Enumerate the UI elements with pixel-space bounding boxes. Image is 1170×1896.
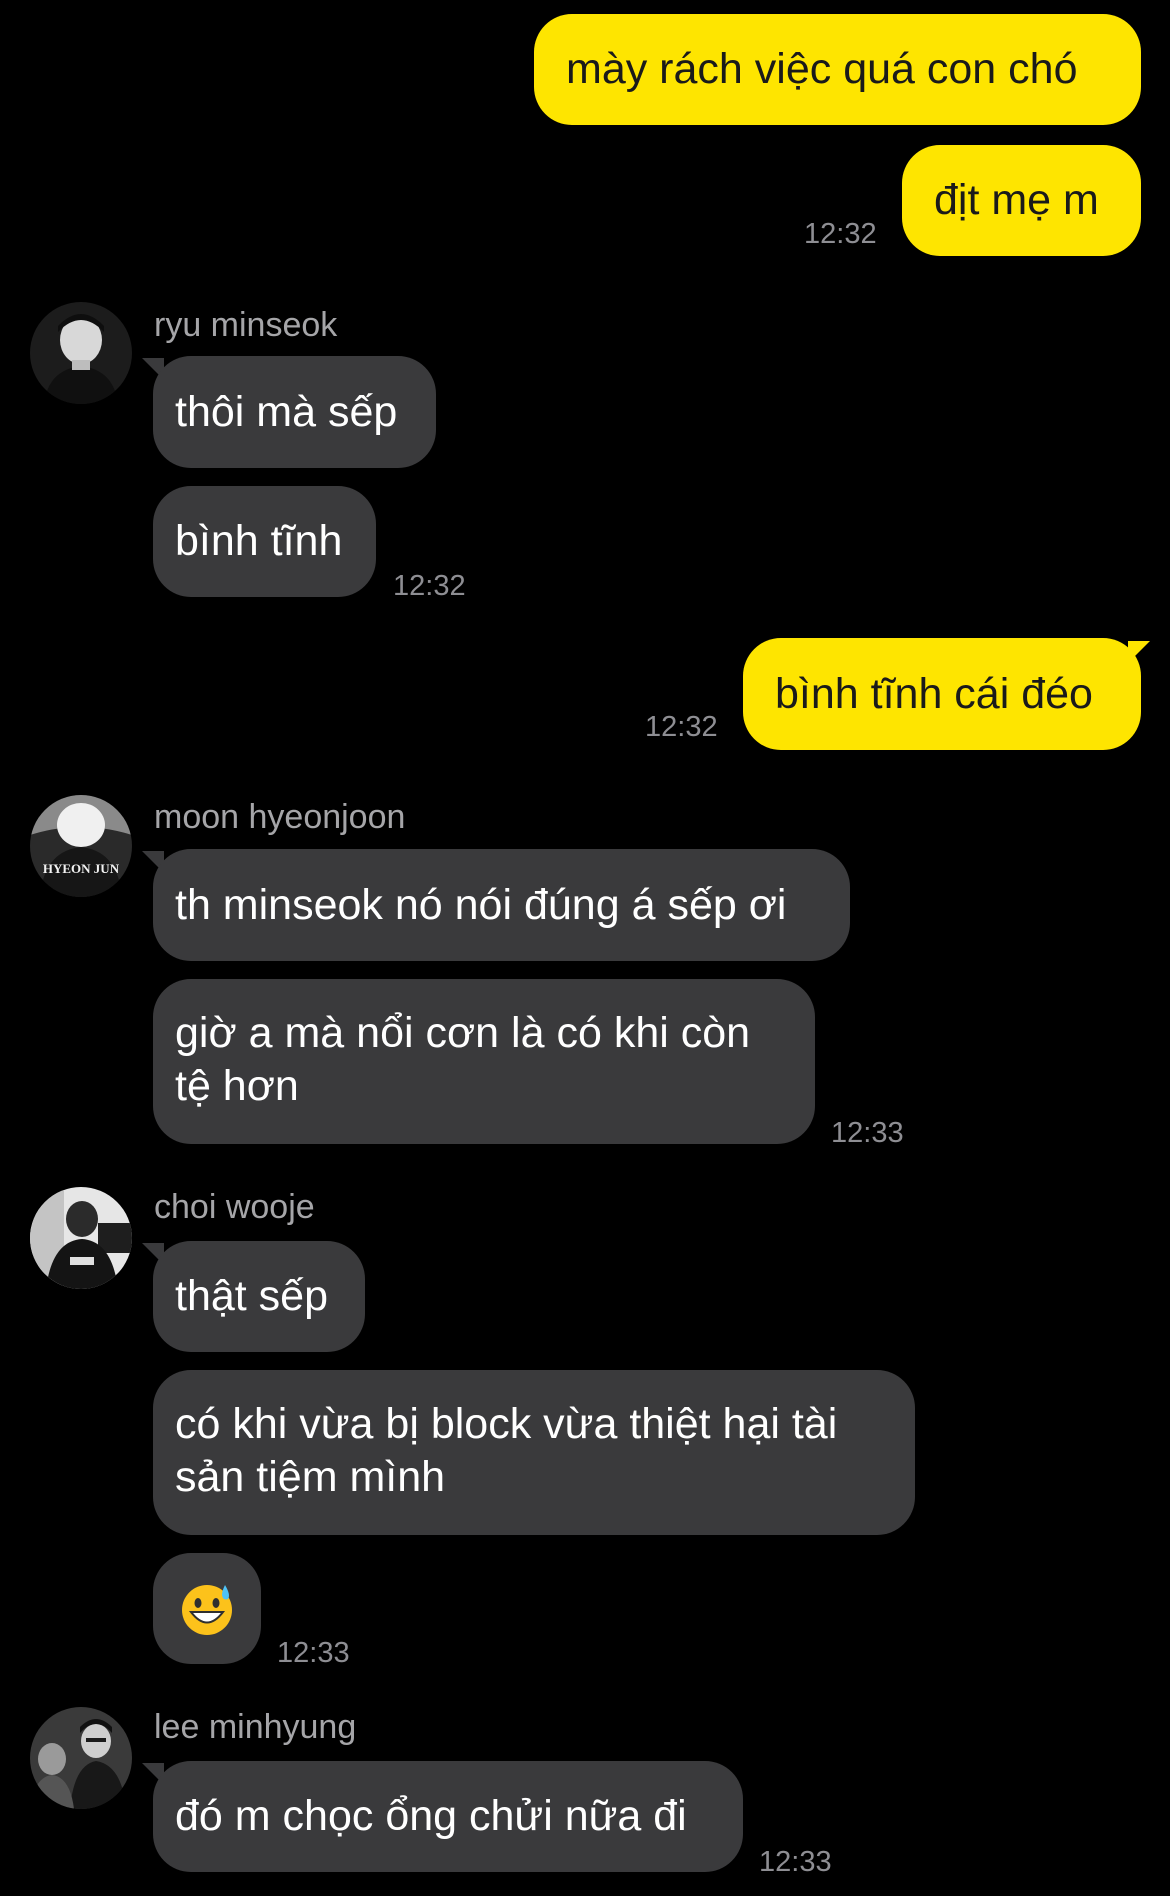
outgoing-message-bubble[interactable]: địt mẹ m — [902, 145, 1141, 256]
message-timestamp: 12:33 — [831, 1117, 904, 1149]
message-text: địt mẹ m — [934, 176, 1099, 224]
incoming-message-bubble[interactable]: bình tĩnh — [153, 486, 376, 597]
message-text: có khi vừa bị block vừa thiệt hại tài sả… — [175, 1400, 838, 1501]
message-text: th minseok nó nói đúng á sếp ơi — [175, 880, 787, 929]
message-text: mày rách việc quá con chó — [566, 45, 1078, 93]
message-text: giờ a mà nổi cơn là có khi còn tệ hơn — [175, 1009, 751, 1110]
incoming-message-bubble[interactable]: th minseok nó nói đúng á sếp ơi — [153, 849, 850, 961]
message-text: thôi mà sếp — [175, 387, 398, 436]
avatar-jersey-text: HYEON JUN — [43, 861, 120, 876]
message-timestamp: 12:32 — [804, 218, 877, 250]
avatar-choi-wooje[interactable] — [30, 1187, 132, 1289]
message-timestamp: 12:33 — [277, 1637, 350, 1669]
message-timestamp: 12:33 — [759, 1846, 832, 1878]
message-timestamp: 12:32 — [645, 711, 718, 743]
incoming-message-bubble[interactable]: có khi vừa bị block vừa thiệt hại tài sả… — [153, 1370, 915, 1535]
sender-name: moon hyeonjoon — [154, 798, 406, 836]
message-timestamp: 12:32 — [393, 570, 466, 602]
profile-photo-icon: HYEON JUN — [30, 795, 132, 897]
avatar-moon-hyeonjoon[interactable]: HYEON JUN — [30, 795, 132, 897]
sender-name: choi wooje — [154, 1188, 315, 1226]
avatar-lee-minhyung[interactable] — [30, 1707, 132, 1809]
profile-photo-icon — [30, 1707, 132, 1809]
incoming-message-bubble[interactable]: thật sếp — [153, 1241, 365, 1352]
grinning-face-with-sweat-emoji — [182, 1584, 232, 1635]
message-text: thật sếp — [175, 1272, 328, 1320]
avatar-ryu-minseok[interactable] — [30, 302, 132, 404]
sender-name: lee minhyung — [154, 1708, 357, 1746]
message-text: đó m chọc ổng chửi nữa đi — [175, 1792, 687, 1840]
incoming-message-bubble[interactable]: giờ a mà nổi cơn là có khi còn tệ hơn — [153, 979, 815, 1144]
outgoing-message-bubble[interactable]: bình tĩnh cái đéo — [743, 638, 1141, 750]
sender-name: ryu minseok — [154, 306, 338, 344]
profile-photo-icon — [30, 1187, 132, 1289]
message-text: bình tĩnh cái đéo — [775, 669, 1093, 718]
message-text: bình tĩnh — [175, 517, 343, 565]
profile-photo-icon — [30, 302, 132, 404]
incoming-message-bubble[interactable] — [153, 1553, 261, 1664]
outgoing-message-bubble[interactable]: mày rách việc quá con chó — [534, 14, 1141, 125]
incoming-message-bubble[interactable]: thôi mà sếp — [153, 356, 436, 468]
incoming-message-bubble[interactable]: đó m chọc ổng chửi nữa đi — [153, 1761, 743, 1872]
